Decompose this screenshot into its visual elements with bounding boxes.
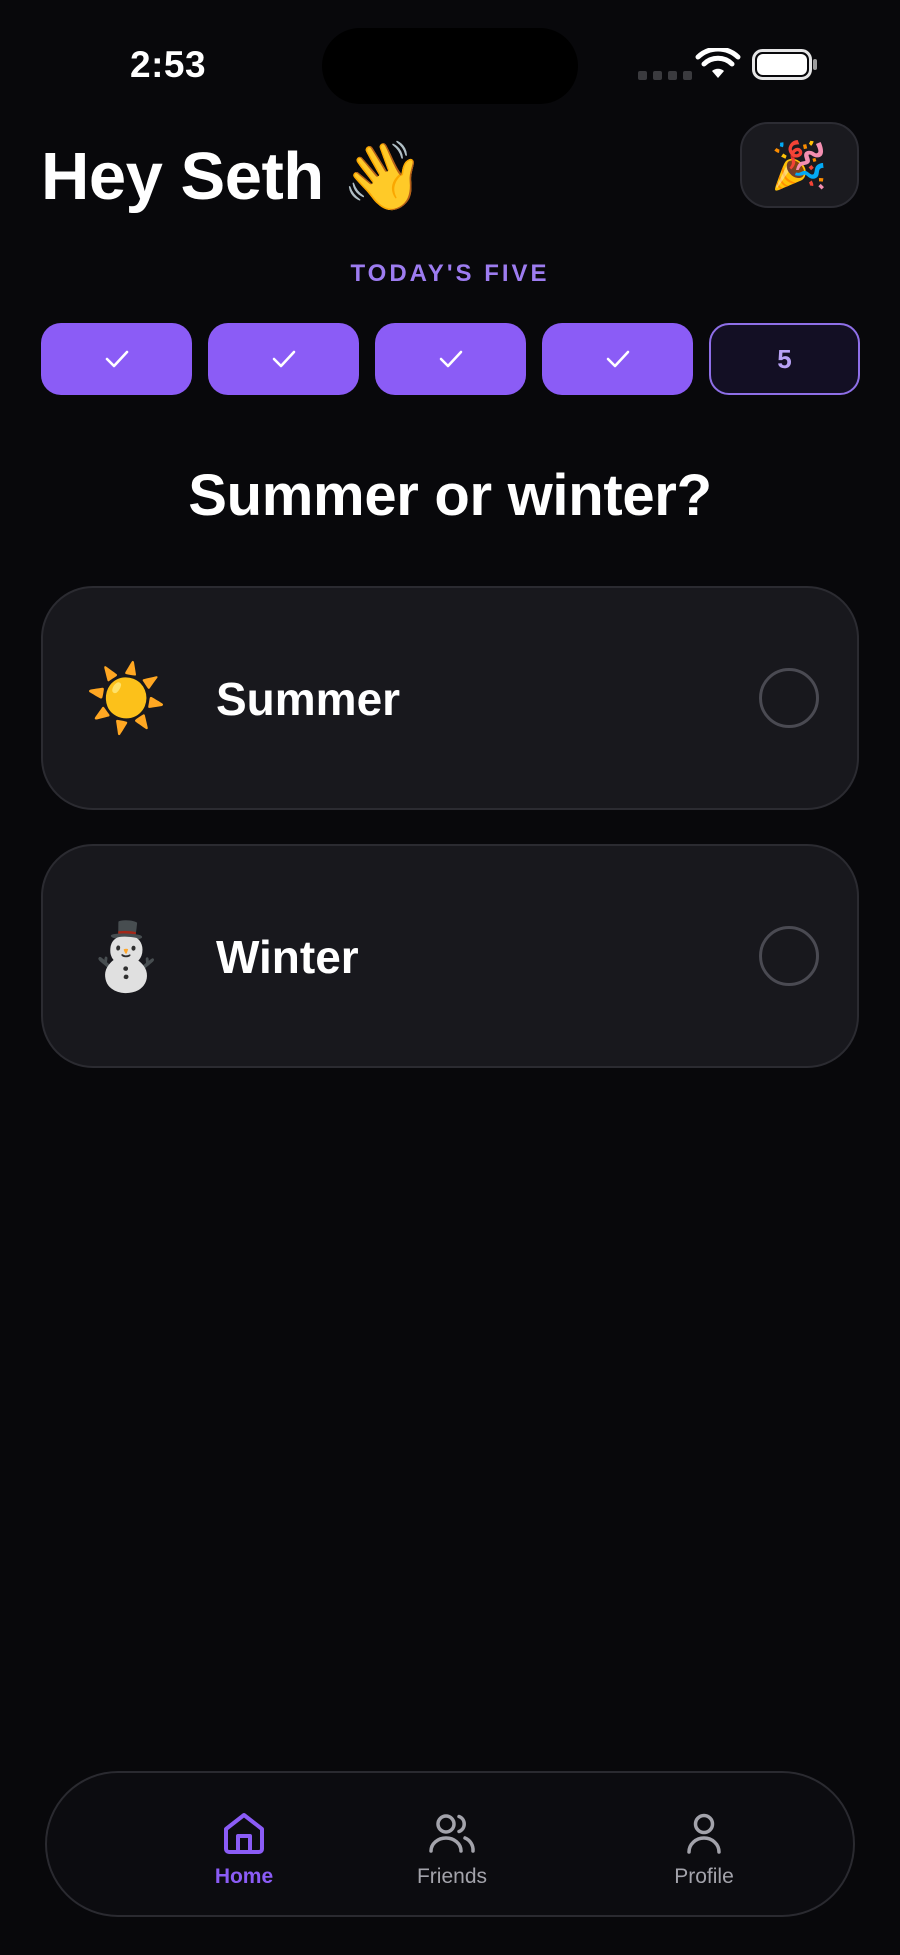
progress-step-current: 5 <box>709 323 860 395</box>
cellular-signal-icon <box>638 71 692 80</box>
friends-icon <box>429 1814 475 1853</box>
celebration-button[interactable]: 🎉 <box>740 122 859 208</box>
tab-label: Friends <box>416 1865 488 1888</box>
tab-profile[interactable]: Profile <box>604 1809 804 1889</box>
checkmark-icon <box>439 350 462 368</box>
app-screen: 2:53 Hey Seth 👋 🎉 TODAY'S FIVE 5 Summer … <box>0 0 900 1955</box>
sun-icon: ☀️ <box>85 661 168 735</box>
tab-label: Home <box>214 1865 274 1888</box>
progress-step-1-complete <box>41 323 192 395</box>
home-icon <box>224 1813 264 1854</box>
option-label: Winter <box>216 931 359 983</box>
greeting-title: Hey Seth 👋 <box>41 139 425 214</box>
todays-five-label: TODAY'S FIVE <box>350 260 550 287</box>
snowman-icon: ⛄ <box>85 919 168 993</box>
checkmark-icon <box>105 350 128 368</box>
bottom-tab-bar: Home Friends Profile <box>45 1771 855 1917</box>
checkmark-icon <box>606 350 629 368</box>
radio-button[interactable] <box>759 926 819 986</box>
progress-step-2-complete <box>208 323 359 395</box>
radio-button[interactable] <box>759 668 819 728</box>
status-time: 2:53 <box>130 44 207 85</box>
option-winter[interactable]: ⛄ Winter <box>41 844 859 1068</box>
checkmark-icon <box>272 350 295 368</box>
dynamic-island <box>322 28 578 104</box>
daily-progress: 5 <box>41 323 860 395</box>
tab-home[interactable]: Home <box>144 1809 344 1889</box>
option-summer[interactable]: ☀️ Summer <box>41 586 859 810</box>
battery-icon <box>752 49 817 80</box>
party-popper-icon: 🎉 <box>770 138 829 191</box>
tab-label: Profile <box>674 1865 734 1888</box>
profile-icon <box>687 1813 721 1854</box>
tab-friends[interactable]: Friends <box>352 1809 552 1889</box>
progress-step-3-complete <box>375 323 526 395</box>
wifi-icon <box>695 48 741 78</box>
question-title: Summer or winter? <box>188 463 712 528</box>
option-label: Summer <box>216 673 401 725</box>
progress-step-4-complete <box>542 323 693 395</box>
